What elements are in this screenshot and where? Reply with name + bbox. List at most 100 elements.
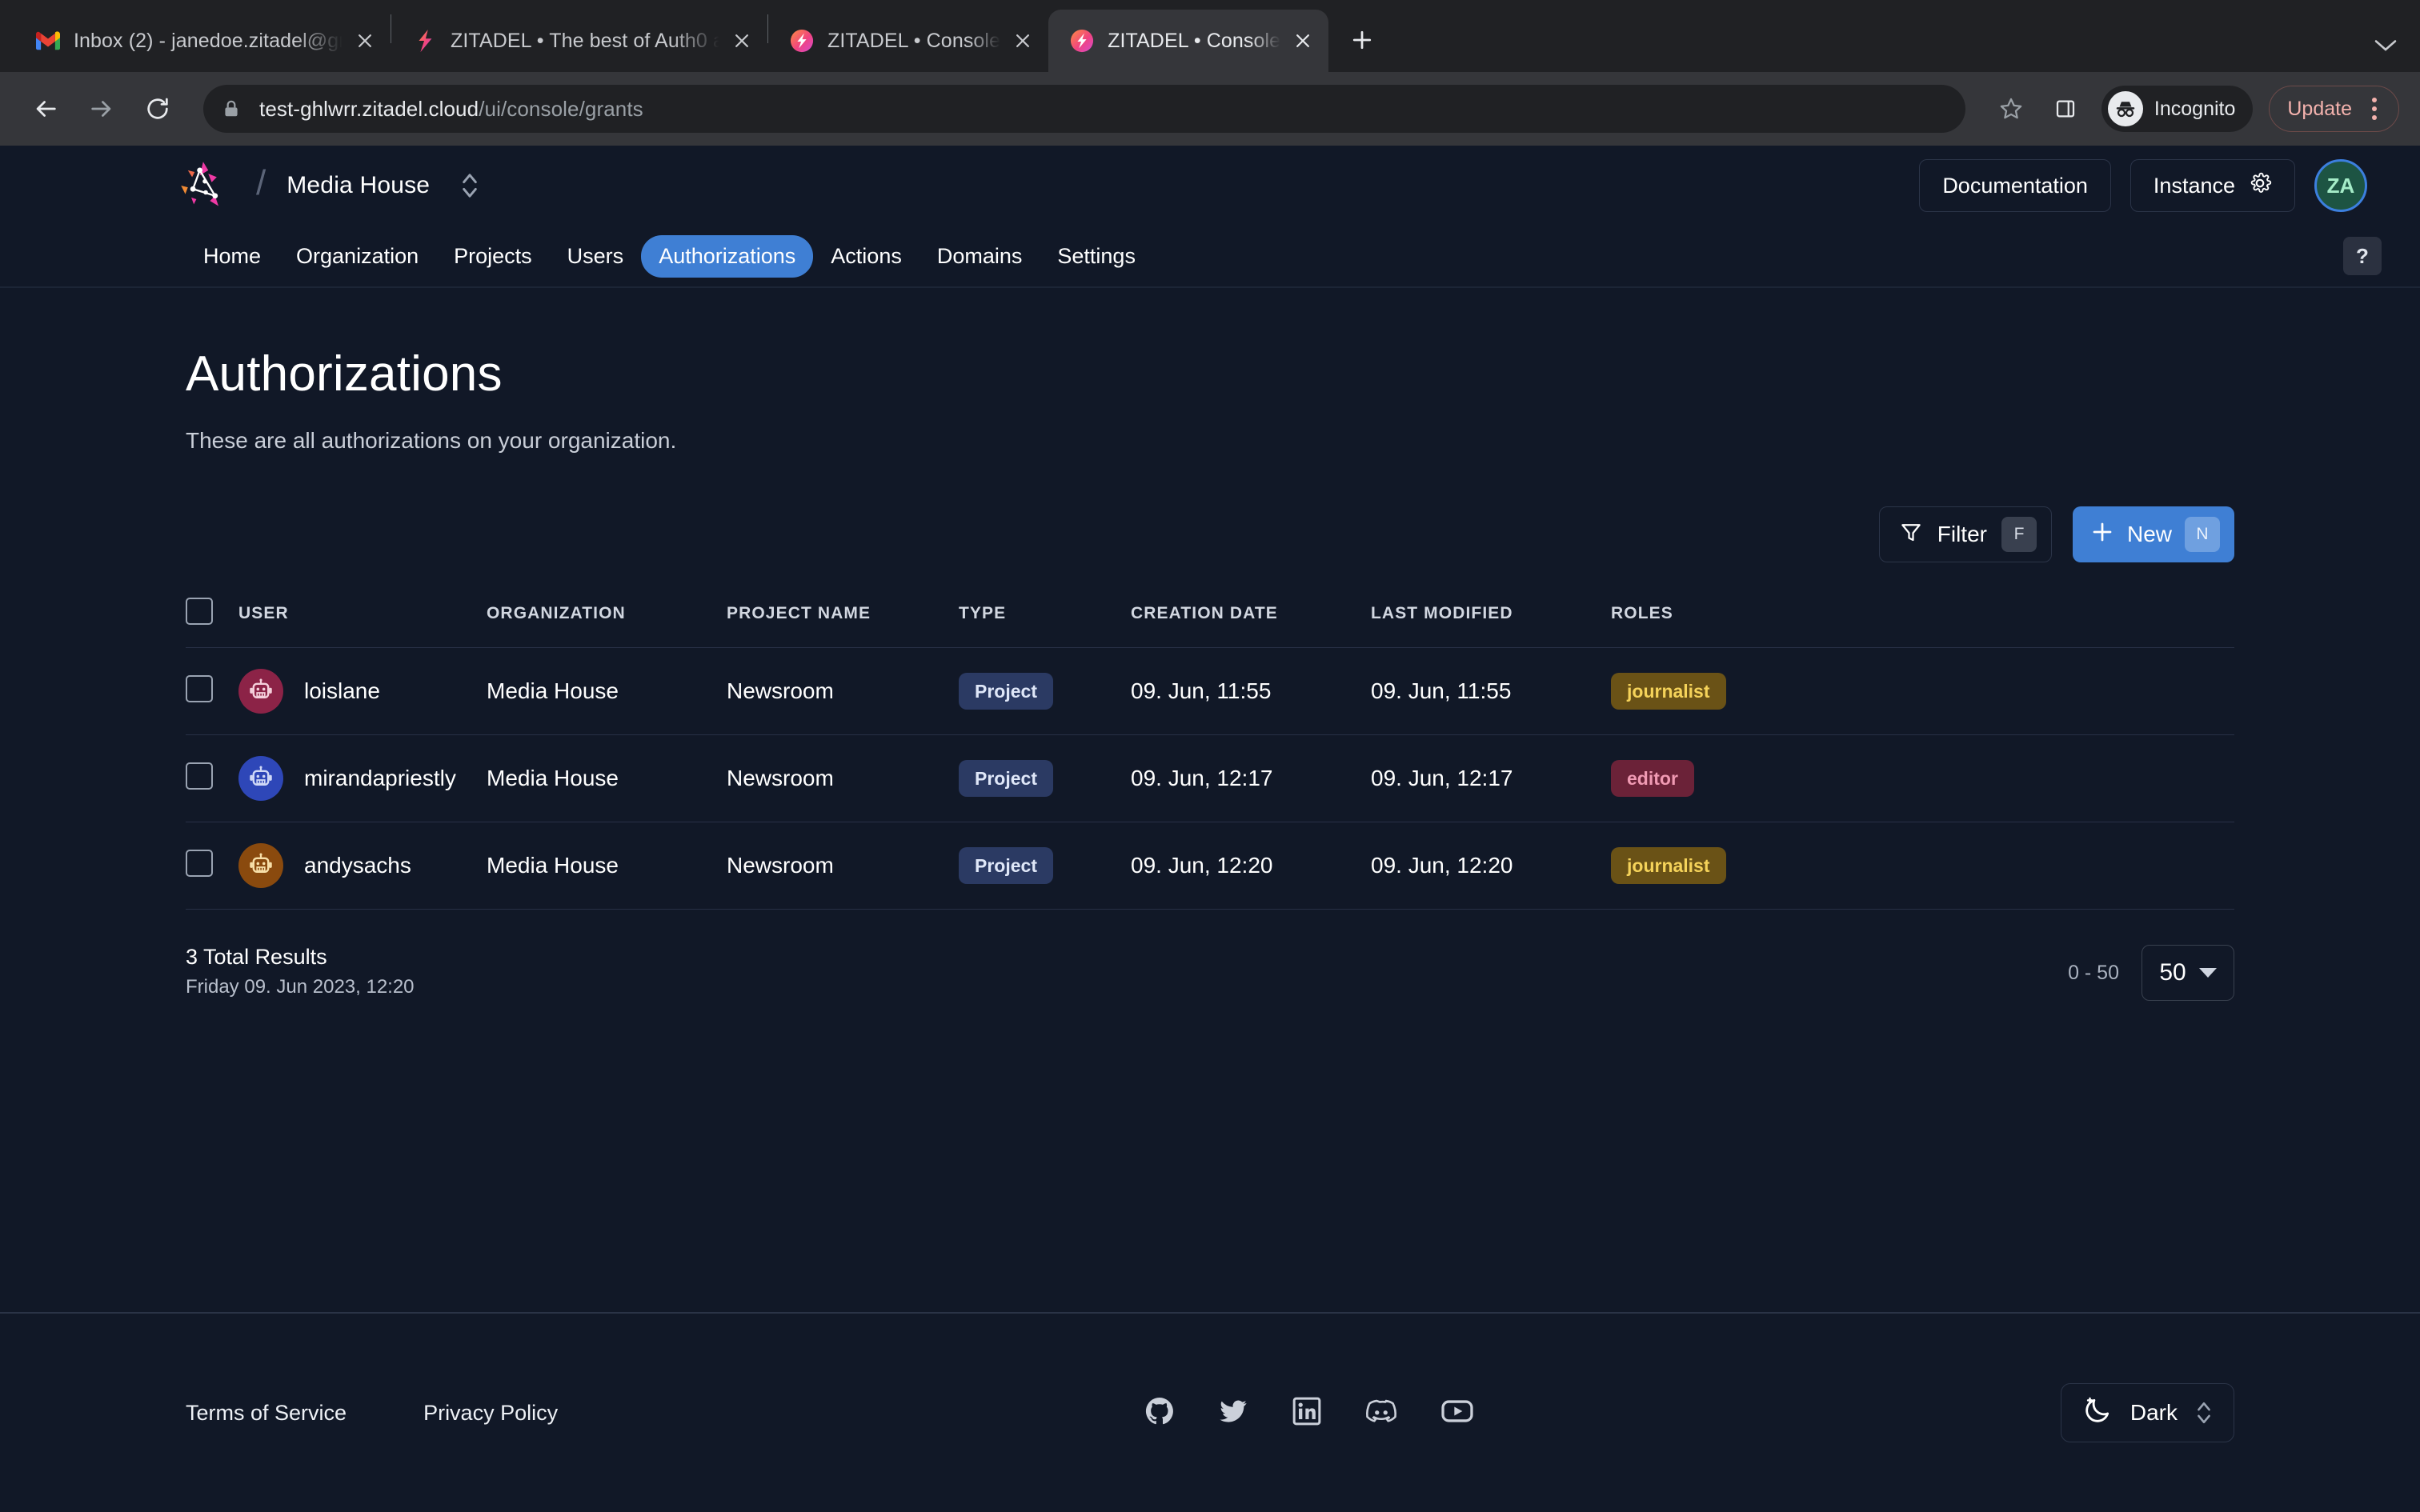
- linkedin-icon[interactable]: [1291, 1395, 1323, 1431]
- col-header-user: USER: [238, 583, 487, 648]
- cell-user: andysachs: [238, 822, 487, 910]
- close-icon[interactable]: [727, 26, 756, 55]
- youtube-icon[interactable]: [1440, 1394, 1475, 1433]
- nav-item-users[interactable]: Users: [550, 235, 642, 278]
- row-checkbox[interactable]: [186, 850, 213, 877]
- cell-project-name: Newsroom: [727, 735, 959, 822]
- nav-label: Actions: [831, 244, 902, 268]
- filter-shortcut: F: [2001, 517, 2037, 552]
- row-select-cell: [186, 822, 238, 910]
- cell-creation-date: 09. Jun, 12:17: [1131, 735, 1371, 822]
- forward-button[interactable]: [77, 84, 126, 134]
- brand-separator: /: [256, 163, 266, 203]
- bookmark-star-icon[interactable]: [1986, 84, 2036, 134]
- avatar[interactable]: ZA: [2314, 159, 2367, 212]
- cell-creation-date: 09. Jun, 11:55: [1131, 648, 1371, 735]
- browser-tab-active[interactable]: ZITADEL • Console: [1048, 10, 1328, 72]
- table-row[interactable]: mirandapriestly Media House Newsroom Pro…: [186, 735, 2234, 822]
- documentation-button[interactable]: Documentation: [1919, 159, 2111, 212]
- authorizations-table: USER ORGANIZATION PROJECT NAME TYPE CREA…: [186, 583, 2234, 910]
- page-size-value: 50: [2159, 959, 2186, 986]
- nav-label: Authorizations: [659, 244, 795, 268]
- theme-toggle[interactable]: Dark: [2061, 1383, 2234, 1442]
- nav-label: Organization: [296, 244, 419, 268]
- avatar: [238, 756, 283, 801]
- terms-of-service-link[interactable]: Terms of Service: [186, 1401, 347, 1426]
- pagination-range: 0 - 50: [2068, 962, 2119, 985]
- cell-creation-date: 09. Jun, 12:20: [1131, 822, 1371, 910]
- header-actions: Documentation Instance ZA: [1919, 159, 2382, 212]
- discord-icon[interactable]: [1364, 1394, 1398, 1432]
- help-button[interactable]: ?: [2343, 237, 2382, 275]
- nav-item-domains[interactable]: Domains: [920, 235, 1040, 278]
- page-subtitle: These are all authorizations on your org…: [186, 428, 2234, 454]
- help-label: ?: [2356, 244, 2369, 269]
- close-icon[interactable]: [351, 26, 379, 55]
- org-switcher-icon[interactable]: [455, 168, 484, 203]
- new-tab-button[interactable]: [1340, 18, 1384, 62]
- nav-label: Home: [203, 244, 261, 268]
- new-label: New: [2127, 522, 2172, 547]
- reload-button[interactable]: [133, 84, 182, 134]
- nav-item-settings[interactable]: Settings: [1040, 235, 1153, 278]
- main-nav: Home Organization Projects Users Authori…: [0, 226, 2420, 288]
- nav-item-home[interactable]: Home: [186, 235, 278, 278]
- row-checkbox[interactable]: [186, 762, 213, 790]
- user-name: loislane: [304, 678, 380, 704]
- nav-label: Users: [567, 244, 624, 268]
- nav-item-authorizations[interactable]: Authorizations: [641, 235, 813, 278]
- instance-button[interactable]: Instance: [2130, 159, 2295, 212]
- select-all-header: [186, 583, 238, 648]
- browser-tab[interactable]: ZITADEL • Console: [768, 10, 1048, 72]
- nav-item-organization[interactable]: Organization: [278, 235, 436, 278]
- role-badge: editor: [1611, 760, 1694, 797]
- org-name[interactable]: Media House: [286, 172, 430, 199]
- browser-tab[interactable]: ZITADEL • The best of Auth0 a: [391, 10, 767, 72]
- new-button[interactable]: New N: [2073, 506, 2234, 562]
- cell-last-modified: 09. Jun, 11:55: [1371, 648, 1611, 735]
- incognito-indicator[interactable]: Incognito: [2101, 86, 2253, 132]
- row-checkbox[interactable]: [186, 675, 213, 702]
- filter-label: Filter: [1937, 522, 1987, 547]
- chevron-down-icon[interactable]: [2374, 33, 2398, 58]
- zitadel-logo-icon[interactable]: [178, 158, 232, 213]
- update-label: Update: [2287, 98, 2352, 121]
- close-icon[interactable]: [1288, 26, 1317, 55]
- app-header: / Media House Documentation Instance: [0, 146, 2420, 226]
- row-select-cell: [186, 735, 238, 822]
- cell-roles: journalist: [1611, 822, 2234, 910]
- brand-area: / Media House: [0, 158, 484, 213]
- cell-roles: editor: [1611, 735, 2234, 822]
- col-header-type: TYPE: [959, 583, 1131, 648]
- table-header-row: USER ORGANIZATION PROJECT NAME TYPE CREA…: [186, 583, 2234, 648]
- browser-tab[interactable]: Inbox (2) - janedoe.zitadel@gm: [14, 10, 391, 72]
- back-button[interactable]: [21, 84, 70, 134]
- table-row[interactable]: andysachs Media House Newsroom Project 0…: [186, 822, 2234, 910]
- tab-title: Inbox (2) - janedoe.zitadel@gm: [74, 30, 343, 53]
- privacy-policy-link[interactable]: Privacy Policy: [423, 1401, 558, 1426]
- cell-organization: Media House: [487, 735, 727, 822]
- page-size-select[interactable]: 50: [2142, 945, 2234, 1001]
- close-icon[interactable]: [1008, 26, 1037, 55]
- type-badge: Project: [959, 673, 1053, 710]
- pagination: 0 - 50 50: [2068, 945, 2234, 1001]
- nav-item-projects[interactable]: Projects: [436, 235, 550, 278]
- select-all-checkbox[interactable]: [186, 598, 213, 625]
- gmail-icon: [35, 28, 61, 54]
- address-bar-url: test-ghlwrr.zitadel.cloud/ui/console/gra…: [259, 97, 643, 122]
- chrome-menu-icon[interactable]: [2355, 90, 2394, 128]
- table-row[interactable]: loislane Media House Newsroom Project 09…: [186, 648, 2234, 735]
- user-name: andysachs: [304, 853, 411, 878]
- update-button[interactable]: Update: [2269, 86, 2399, 132]
- user-name: mirandapriestly: [304, 766, 456, 791]
- page-title: Authorizations: [186, 346, 2234, 402]
- role-badge: journalist: [1611, 847, 1726, 884]
- twitter-icon[interactable]: [1217, 1395, 1249, 1431]
- nav-label: Settings: [1057, 244, 1136, 268]
- address-bar[interactable]: test-ghlwrr.zitadel.cloud/ui/console/gra…: [203, 85, 1965, 133]
- side-panel-icon[interactable]: [2041, 84, 2090, 134]
- github-icon[interactable]: [1144, 1395, 1176, 1431]
- nav-item-actions[interactable]: Actions: [813, 235, 920, 278]
- tab-title: ZITADEL • The best of Auth0 a: [451, 30, 719, 53]
- filter-button[interactable]: Filter F: [1879, 506, 2052, 562]
